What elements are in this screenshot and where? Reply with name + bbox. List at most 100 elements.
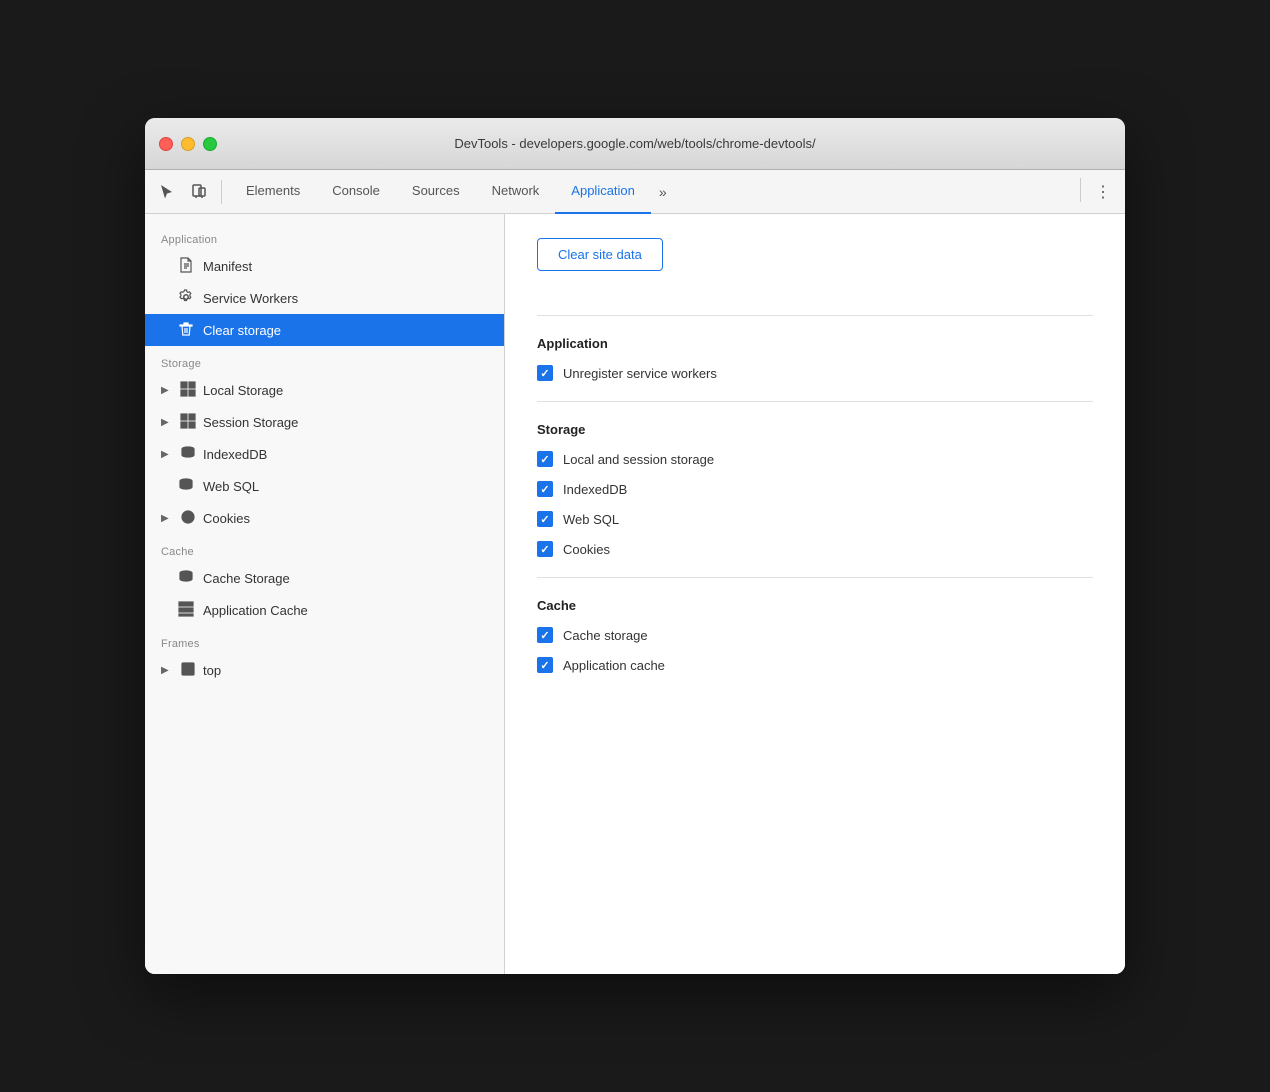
devtools-window: DevTools - developers.google.com/web/too…: [145, 118, 1125, 974]
checkbox-cache-storage-label: Cache storage: [563, 628, 648, 643]
tab-elements[interactable]: Elements: [230, 170, 316, 214]
window-title: DevTools - developers.google.com/web/too…: [454, 136, 815, 151]
checkbox-cookies-label: Cookies: [563, 542, 610, 557]
checkbox-local-session: ✓ Local and session storage: [537, 451, 1093, 467]
database-icon-web-sql: [177, 477, 195, 496]
toolbar-end: ⋮: [1076, 178, 1117, 206]
cookies-label: Cookies: [203, 511, 250, 526]
grid-icon-app-cache: [177, 601, 195, 620]
checkbox-application-cache: ✓ Application cache: [537, 657, 1093, 673]
toolbar: Elements Console Sources Network Applica…: [145, 170, 1125, 214]
checkmark-icon: ✓: [540, 483, 549, 496]
panel-section-cache: Cache ✓ Cache storage ✓ Application cach…: [537, 598, 1093, 673]
clear-storage-label: Clear storage: [203, 323, 281, 338]
sidebar-section-storage-label: Storage: [145, 346, 504, 374]
checkmark-icon: ✓: [540, 453, 549, 466]
sidebar-item-cookies[interactable]: ▶ Cookies: [145, 502, 504, 534]
expand-arrow-top: ▶: [161, 665, 173, 676]
checkbox-application-cache-box[interactable]: ✓: [537, 657, 553, 673]
menu-icon[interactable]: ⋮: [1089, 178, 1117, 206]
checkbox-unregister-sw-box[interactable]: ✓: [537, 365, 553, 381]
checkbox-web-sql-box[interactable]: ✓: [537, 511, 553, 527]
sidebar-item-clear-storage[interactable]: Clear storage: [145, 314, 504, 346]
checkbox-indexeddb-box[interactable]: ✓: [537, 481, 553, 497]
panel-section-application-title: Application: [537, 336, 1093, 351]
sidebar-section-cache-label: Cache: [145, 534, 504, 562]
checkmark-icon: ✓: [540, 543, 549, 556]
trash-icon: [177, 321, 195, 340]
clear-site-data-button[interactable]: Clear site data: [537, 238, 663, 271]
close-button[interactable]: [159, 137, 173, 151]
cursor-icon[interactable]: [153, 178, 181, 206]
divider-3: [537, 577, 1093, 578]
expand-arrow-session-storage: ▶: [161, 417, 173, 428]
checkmark-icon: ✓: [540, 367, 549, 380]
content: Application Manifest Service Workers Cle…: [145, 214, 1125, 974]
sidebar-item-local-storage[interactable]: ▶ Local Storage: [145, 374, 504, 406]
web-sql-label: Web SQL: [203, 479, 259, 494]
sidebar-item-web-sql[interactable]: Web SQL: [145, 470, 504, 502]
device-icon[interactable]: [185, 178, 213, 206]
divider-1: [537, 315, 1093, 316]
tab-sources[interactable]: Sources: [396, 170, 476, 214]
expand-arrow-indexeddb: ▶: [161, 449, 173, 460]
sidebar: Application Manifest Service Workers Cle…: [145, 214, 505, 974]
database-icon-indexeddb: [179, 445, 197, 464]
sidebar-item-service-workers[interactable]: Service Workers: [145, 282, 504, 314]
more-tabs-button[interactable]: »: [651, 184, 675, 200]
top-label: top: [203, 663, 221, 678]
gear-icon: [177, 289, 195, 308]
minimize-button[interactable]: [181, 137, 195, 151]
toolbar-tabs: Elements Console Sources Network Applica…: [230, 170, 1072, 214]
cache-storage-label: Cache Storage: [203, 571, 290, 586]
checkbox-web-sql: ✓ Web SQL: [537, 511, 1093, 527]
stack-icon: [177, 569, 195, 588]
sidebar-item-application-cache[interactable]: Application Cache: [145, 594, 504, 626]
checkmark-icon: ✓: [540, 659, 549, 672]
indexeddb-label: IndexedDB: [203, 447, 267, 462]
checkbox-application-cache-label: Application cache: [563, 658, 665, 673]
grid-icon-session-storage: [179, 413, 197, 432]
file-icon: [177, 257, 195, 276]
titlebar: DevTools - developers.google.com/web/too…: [145, 118, 1125, 170]
sidebar-item-manifest[interactable]: Manifest: [145, 250, 504, 282]
checkmark-icon: ✓: [540, 513, 549, 526]
local-storage-label: Local Storage: [203, 383, 283, 398]
traffic-lights: [159, 137, 217, 151]
checkbox-cache-storage-box[interactable]: ✓: [537, 627, 553, 643]
maximize-button[interactable]: [203, 137, 217, 151]
sidebar-item-session-storage[interactable]: ▶ Session Storage: [145, 406, 504, 438]
manifest-label: Manifest: [203, 259, 252, 274]
service-workers-label: Service Workers: [203, 291, 298, 306]
tab-network[interactable]: Network: [476, 170, 556, 214]
frame-icon: [179, 661, 197, 680]
session-storage-label: Session Storage: [203, 415, 298, 430]
checkbox-cookies-box[interactable]: ✓: [537, 541, 553, 557]
checkbox-unregister-sw-label: Unregister service workers: [563, 366, 717, 381]
checkbox-cache-storage: ✓ Cache storage: [537, 627, 1093, 643]
sidebar-section-application-label: Application: [145, 222, 504, 250]
panel-section-cache-title: Cache: [537, 598, 1093, 613]
panel-section-storage-title: Storage: [537, 422, 1093, 437]
expand-arrow-local-storage: ▶: [161, 385, 173, 396]
checkbox-cookies: ✓ Cookies: [537, 541, 1093, 557]
application-cache-label: Application Cache: [203, 603, 308, 618]
divider-2: [537, 401, 1093, 402]
tab-application[interactable]: Application: [555, 170, 651, 214]
checkbox-indexeddb: ✓ IndexedDB: [537, 481, 1093, 497]
grid-icon-local-storage: [179, 381, 197, 400]
expand-arrow-cookies: ▶: [161, 513, 173, 524]
checkbox-unregister-sw: ✓ Unregister service workers: [537, 365, 1093, 381]
sidebar-section-frames-label: Frames: [145, 626, 504, 654]
sidebar-item-top[interactable]: ▶ top: [145, 654, 504, 686]
checkbox-local-session-box[interactable]: ✓: [537, 451, 553, 467]
main-panel: Clear site data Application ✓ Unregister…: [505, 214, 1125, 974]
sidebar-item-cache-storage[interactable]: Cache Storage: [145, 562, 504, 594]
tab-console[interactable]: Console: [316, 170, 396, 214]
panel-section-storage: Storage ✓ Local and session storage ✓ In…: [537, 422, 1093, 557]
panel-section-application: Application ✓ Unregister service workers: [537, 336, 1093, 381]
checkmark-icon: ✓: [540, 629, 549, 642]
toolbar-end-divider: [1080, 178, 1081, 202]
cookie-icon: [179, 509, 197, 528]
sidebar-item-indexeddb[interactable]: ▶ IndexedDB: [145, 438, 504, 470]
